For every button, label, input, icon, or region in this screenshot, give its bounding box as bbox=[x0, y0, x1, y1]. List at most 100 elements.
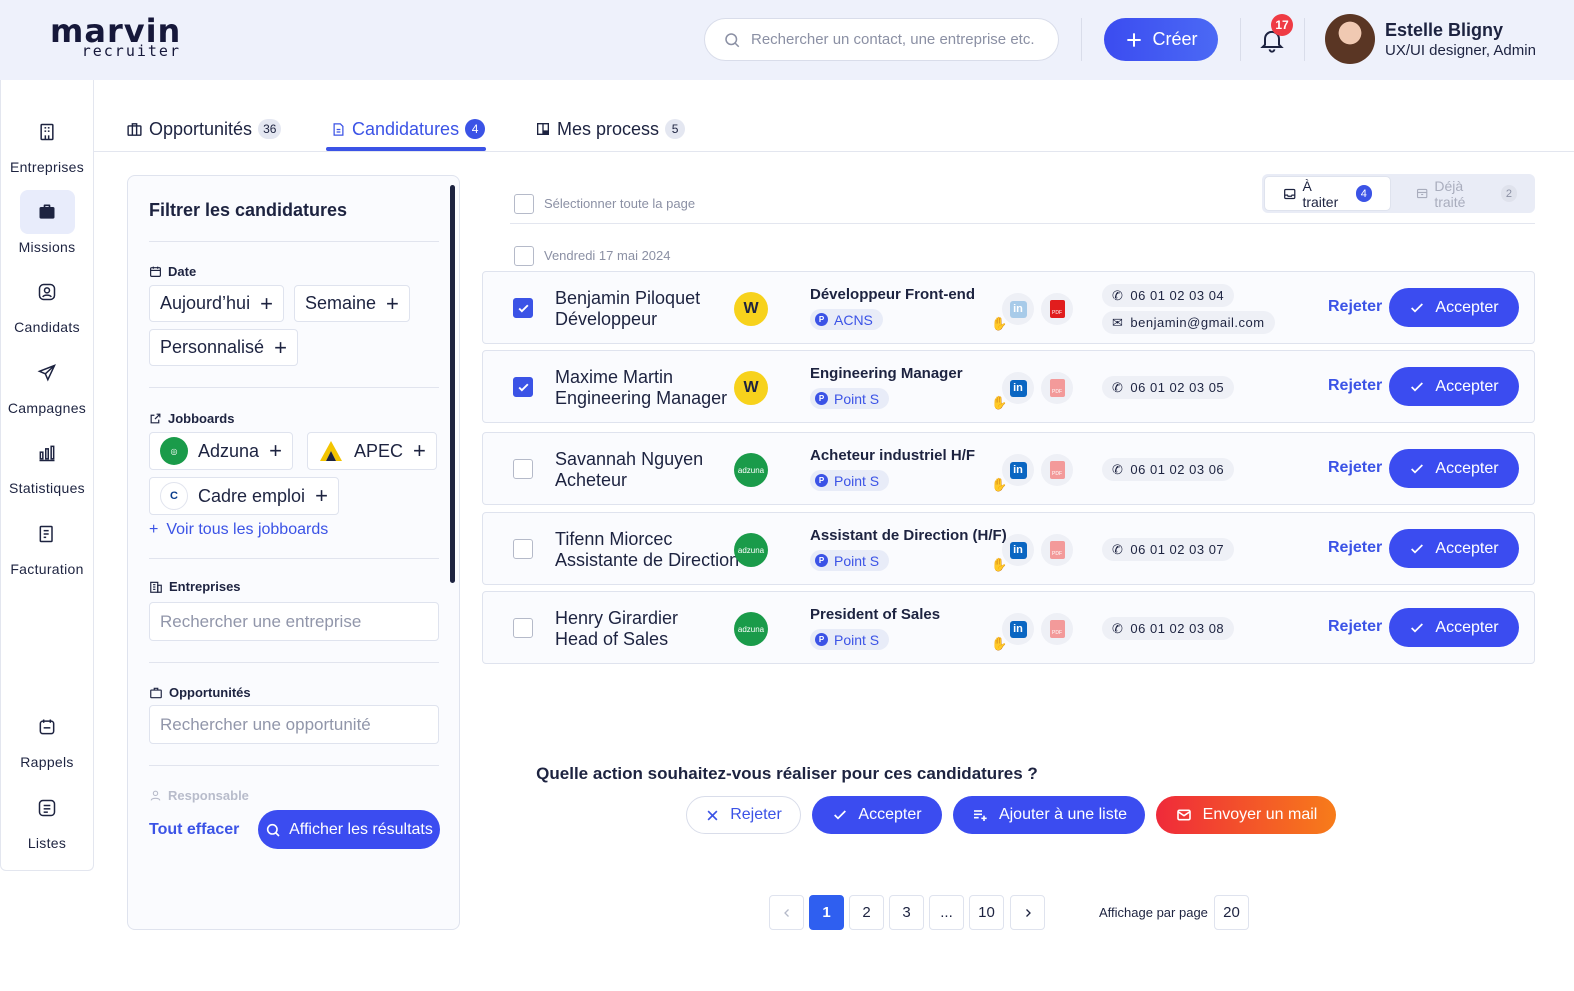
assistant-icon[interactable]: ✋ bbox=[991, 636, 1007, 652]
reject-button[interactable]: Rejeter bbox=[1328, 618, 1382, 636]
sidebar-item-candidats[interactable]: Candidats bbox=[1, 270, 93, 335]
bar-chart-icon bbox=[39, 445, 55, 462]
adzuna-logo-icon: ◎ bbox=[160, 437, 188, 465]
row-checkbox[interactable] bbox=[513, 377, 533, 397]
position-title[interactable]: President of Sales bbox=[810, 606, 940, 623]
accept-button[interactable]: Accepter bbox=[1389, 288, 1519, 327]
clear-all-link[interactable]: Tout effacer bbox=[149, 821, 239, 839]
row-checkbox[interactable] bbox=[513, 539, 533, 559]
briefcase-icon bbox=[39, 204, 55, 219]
phone-chip[interactable]: ✆ 06 01 02 03 08 bbox=[1102, 617, 1235, 640]
table-row[interactable]: Benjamin Piloquet Développeur W Développ… bbox=[482, 271, 1535, 344]
create-button[interactable]: Créer bbox=[1104, 18, 1218, 61]
sidebar-item-rappels[interactable]: Rappels bbox=[1, 705, 93, 770]
avatar[interactable] bbox=[1325, 14, 1375, 64]
company-badge[interactable]: P Point S bbox=[810, 550, 890, 571]
reject-button[interactable]: Rejeter bbox=[1328, 459, 1382, 477]
sidebar-item-facturation[interactable]: Facturation bbox=[1, 512, 93, 577]
global-search[interactable] bbox=[704, 18, 1059, 61]
company-badge[interactable]: P ACNS bbox=[810, 309, 883, 330]
table-row[interactable]: Tifenn Miorcec Assistante de Direction a… bbox=[482, 512, 1535, 585]
sidebar-item-campagnes[interactable]: Campagnes bbox=[1, 351, 93, 416]
jobboard-chip-cadre-emploi[interactable]: C Cadre emploi + bbox=[149, 477, 339, 515]
phone-chip[interactable]: ✆ 06 01 02 03 06 bbox=[1102, 458, 1235, 481]
show-results-button[interactable]: Afficher les résultats bbox=[258, 810, 440, 849]
assistant-icon[interactable]: ✋ bbox=[991, 395, 1007, 411]
accept-button[interactable]: Accepter bbox=[1389, 529, 1519, 568]
send-mail-button[interactable]: Envoyer un mail bbox=[1156, 796, 1336, 834]
sidebar-item-missions[interactable]: Missions bbox=[1, 190, 93, 255]
email-chip[interactable]: ✉ benjamin@gmail.com bbox=[1102, 311, 1275, 334]
opportunity-search-input[interactable] bbox=[149, 705, 439, 744]
next-page-button[interactable] bbox=[1010, 895, 1045, 930]
add-to-list-button[interactable]: Ajouter à une liste bbox=[953, 796, 1145, 834]
company-badge[interactable]: P Point S bbox=[810, 470, 890, 491]
cv-pdf-button[interactable]: PDF bbox=[1041, 293, 1073, 325]
prev-page-button[interactable] bbox=[769, 895, 804, 930]
sidebar-item-listes[interactable]: Listes bbox=[1, 786, 93, 851]
row-checkbox[interactable] bbox=[513, 618, 533, 638]
table-row[interactable]: Maxime Martin Engineering Manager W Engi… bbox=[482, 350, 1535, 423]
marvin-logo[interactable]: marvin recruiter bbox=[50, 14, 185, 62]
row-checkbox[interactable] bbox=[513, 298, 533, 318]
reject-button[interactable]: Rejeter bbox=[1328, 298, 1382, 316]
date-chip-custom[interactable]: Personnalisé + bbox=[149, 329, 298, 366]
filter-scrollbar[interactable] bbox=[450, 185, 455, 583]
row-checkbox[interactable] bbox=[513, 459, 533, 479]
assistant-icon[interactable]: ✋ bbox=[991, 477, 1007, 493]
candidate-name[interactable]: Maxime Martin bbox=[555, 367, 673, 388]
company-search-input[interactable] bbox=[149, 602, 439, 641]
select-all-checkbox[interactable] bbox=[514, 194, 534, 214]
date-chip-week[interactable]: Semaine + bbox=[294, 285, 410, 322]
phone-chip[interactable]: ✆ 06 01 02 03 05 bbox=[1102, 376, 1235, 399]
accept-button[interactable]: Accepter bbox=[1389, 449, 1519, 488]
reject-button[interactable]: Rejeter bbox=[1328, 539, 1382, 557]
candidate-name[interactable]: Savannah Nguyen bbox=[555, 449, 703, 470]
assistant-icon[interactable]: ✋ bbox=[991, 316, 1007, 332]
sidebar-item-entreprises[interactable]: Entreprises bbox=[1, 110, 93, 175]
bulk-reject-button[interactable]: Rejeter bbox=[686, 796, 801, 834]
page-button[interactable]: 2 bbox=[849, 895, 884, 930]
per-page-select[interactable]: 20 bbox=[1214, 895, 1249, 930]
cv-pdf-button[interactable]: PDF bbox=[1041, 454, 1073, 486]
toggle-to-process[interactable]: À traiter 4 bbox=[1264, 176, 1391, 211]
cv-pdf-button[interactable]: PDF bbox=[1041, 534, 1073, 566]
table-row[interactable]: Henry Girardier Head of Sales adzuna Pre… bbox=[482, 591, 1535, 664]
page-button[interactable]: 10 bbox=[969, 895, 1004, 930]
tab-mes-process[interactable]: Mes process 5 bbox=[535, 115, 686, 143]
todo-count: 4 bbox=[1355, 185, 1372, 202]
toggle-already-processed[interactable]: Déjà traité 2 bbox=[1398, 176, 1535, 211]
tab-opportunites[interactable]: Opportunités 36 bbox=[126, 115, 282, 143]
cv-pdf-button[interactable]: PDF bbox=[1041, 372, 1073, 404]
accept-button[interactable]: Accepter bbox=[1389, 367, 1519, 406]
see-all-jobboards-link[interactable]: + Voir tous les jobboards bbox=[149, 521, 328, 539]
phone-chip[interactable]: ✆ 06 01 02 03 07 bbox=[1102, 538, 1235, 561]
candidate-name[interactable]: Henry Girardier bbox=[555, 608, 678, 629]
company-badge[interactable]: P Point S bbox=[810, 629, 890, 650]
header-divider bbox=[1304, 18, 1305, 61]
jobboard-chip-apec[interactable]: APEC + bbox=[307, 432, 437, 470]
candidate-name[interactable]: Benjamin Piloquet bbox=[555, 288, 700, 309]
cv-pdf-button[interactable]: PDF bbox=[1041, 613, 1073, 645]
jobboard-chip-adzuna[interactable]: ◎ Adzuna + bbox=[149, 432, 293, 470]
table-row[interactable]: Savannah Nguyen Acheteur adzuna Acheteur… bbox=[482, 432, 1535, 505]
position-title[interactable]: Acheteur industriel H/F bbox=[810, 447, 975, 464]
tab-candidatures[interactable]: Candidatures 4 bbox=[331, 115, 486, 143]
position-title[interactable]: Engineering Manager bbox=[810, 365, 963, 382]
bulk-accept-button[interactable]: Accepter bbox=[812, 796, 942, 834]
done-count: 2 bbox=[1500, 185, 1517, 202]
date-chip-today[interactable]: Aujourd’hui + bbox=[149, 285, 284, 322]
reject-button[interactable]: Rejeter bbox=[1328, 377, 1382, 395]
search-input[interactable] bbox=[751, 31, 1051, 48]
accept-button[interactable]: Accepter bbox=[1389, 608, 1519, 647]
assistant-icon[interactable]: ✋ bbox=[991, 557, 1007, 573]
position-title[interactable]: Assistant de Direction (H/F) bbox=[810, 527, 1007, 544]
page-button[interactable]: 3 bbox=[889, 895, 924, 930]
sidebar-item-statistiques[interactable]: Statistiques bbox=[1, 431, 93, 496]
company-badge[interactable]: P Point S bbox=[810, 388, 890, 409]
candidate-name[interactable]: Tifenn Miorcec bbox=[555, 529, 672, 550]
page-button[interactable]: 1 bbox=[809, 895, 844, 930]
select-date-group-checkbox[interactable] bbox=[514, 246, 534, 266]
position-title[interactable]: Développeur Front-end bbox=[810, 286, 975, 303]
phone-chip[interactable]: ✆ 06 01 02 03 04 bbox=[1102, 284, 1235, 307]
